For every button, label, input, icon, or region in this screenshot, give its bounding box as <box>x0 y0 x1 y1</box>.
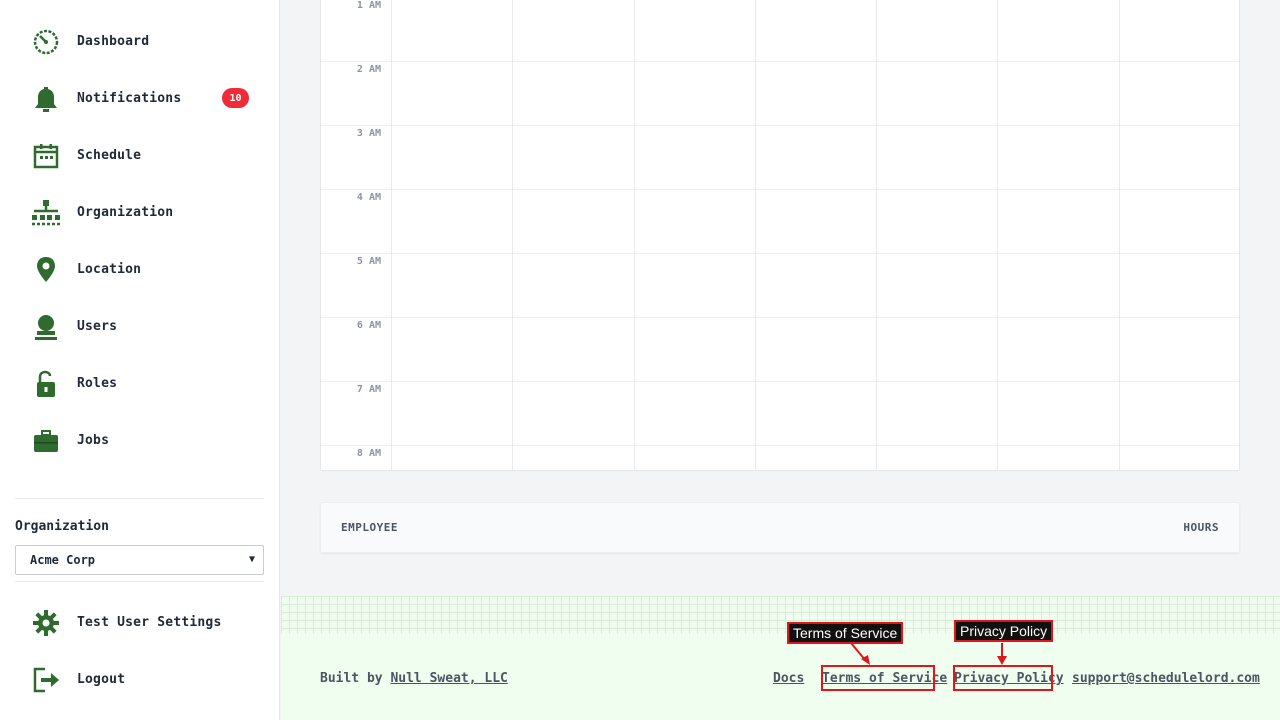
day-column-divider <box>997 0 998 470</box>
sidebar-divider <box>15 581 264 582</box>
sidebar: Dashboard Notifications 10 Schedule Orga… <box>0 0 280 720</box>
organization-select[interactable]: Acme Corp ▼ <box>15 545 264 575</box>
logout-icon <box>30 664 62 696</box>
docs-link[interactable]: Docs <box>773 671 804 686</box>
hour-label: 1 AM <box>356 0 381 11</box>
employee-hours-table: EMPLOYEE HOURS <box>320 502 1240 553</box>
day-column-divider <box>634 0 635 470</box>
sidebar-item-roles[interactable]: Roles <box>0 355 279 412</box>
sidebar-item-partial[interactable] <box>0 469 279 492</box>
sidebar-item-label: Notifications <box>77 91 182 106</box>
hour-label: 5 AM <box>356 256 381 267</box>
built-by-prefix: Built by <box>320 671 383 686</box>
bell-icon <box>30 83 62 115</box>
sidebar-item-label: Roles <box>77 376 118 391</box>
hour-label: 4 AM <box>356 192 381 203</box>
hour-row[interactable]: 8 AM <box>321 445 1239 470</box>
notification-count-badge: 10 <box>222 88 249 108</box>
sidebar-item-organization[interactable]: Organization <box>0 184 279 241</box>
sidebar-item-location[interactable]: Location <box>0 241 279 298</box>
org-chart-icon <box>30 197 62 229</box>
day-column-divider <box>391 0 392 470</box>
user-icon <box>30 311 62 343</box>
sidebar-item-users[interactable]: Users <box>0 298 279 355</box>
hour-label: 7 AM <box>356 384 381 395</box>
sidebar-item-schedule[interactable]: Schedule <box>0 127 279 184</box>
sidebar-item-jobs[interactable]: Jobs <box>0 412 279 469</box>
settings-label: Test User Settings <box>77 615 222 630</box>
chevron-down-icon: ▼ <box>248 554 255 565</box>
sidebar-item-settings[interactable]: Test User Settings <box>0 594 279 651</box>
sidebar-nav: Dashboard Notifications 10 Schedule Orga… <box>0 0 279 492</box>
hour-row[interactable]: 2 AM <box>321 61 1239 125</box>
day-column-divider <box>1119 0 1120 470</box>
hour-row[interactable]: 4 AM <box>321 189 1239 253</box>
sidebar-item-notifications[interactable]: Notifications 10 <box>0 70 279 127</box>
footer-pattern <box>281 596 1280 634</box>
sidebar-item-dashboard[interactable]: Dashboard <box>0 13 279 70</box>
sidebar-item-label: Users <box>77 319 118 334</box>
sidebar-item-logout[interactable]: Logout <box>0 651 279 708</box>
terms-highlight-box <box>821 665 935 691</box>
hours-column-header: HOURS <box>1183 521 1219 534</box>
terms-annotation-label: Terms of Service <box>787 622 904 644</box>
location-pin-icon <box>30 254 62 286</box>
next-item-icon <box>30 482 62 493</box>
hour-label: 2 AM <box>356 64 381 75</box>
hour-row[interactable]: 7 AM <box>321 381 1239 445</box>
footer: Built by Null Sweat, LLC Docs Terms of S… <box>281 634 1280 720</box>
hour-row[interactable]: 5 AM <box>321 253 1239 317</box>
day-column-divider <box>876 0 877 470</box>
employee-column-header: EMPLOYEE <box>341 521 398 534</box>
day-column-divider <box>755 0 756 470</box>
dashboard-icon <box>30 26 62 58</box>
built-by-text: Built by Null Sweat, LLC <box>320 671 508 686</box>
hour-row[interactable]: 1 AM <box>321 0 1239 61</box>
organization-select-value: Acme Corp <box>30 553 96 567</box>
sidebar-item-label: Schedule <box>77 148 142 163</box>
hour-label: 3 AM <box>356 128 381 139</box>
day-column-divider <box>512 0 513 470</box>
gear-icon <box>30 607 62 639</box>
unlock-icon <box>30 368 62 400</box>
privacy-highlight-box <box>953 665 1053 691</box>
sidebar-item-label: Organization <box>77 205 174 220</box>
sidebar-item-label: Location <box>77 262 142 277</box>
support-email-link[interactable]: support@schedulelord.com <box>1072 671 1260 686</box>
sidebar-divider <box>15 498 264 499</box>
built-by-link[interactable]: Null Sweat, LLC <box>390 671 507 686</box>
calendar-icon <box>30 140 62 172</box>
logout-label: Logout <box>77 672 126 687</box>
hour-label: 8 AM <box>356 448 381 459</box>
week-calendar-grid: 1 AM 2 AM 3 AM 4 AM 5 AM 6 AM 7 AM 8 AM <box>320 0 1240 471</box>
sidebar-item-label: Jobs <box>77 433 110 448</box>
hour-row[interactable]: 6 AM <box>321 317 1239 381</box>
briefcase-icon <box>30 425 62 457</box>
hour-label: 6 AM <box>356 320 381 331</box>
sidebar-item-label: Dashboard <box>77 34 150 49</box>
organization-label: Organization <box>15 519 109 534</box>
hour-row[interactable]: 3 AM <box>321 125 1239 189</box>
privacy-annotation-label: Privacy Policy <box>954 620 1054 642</box>
